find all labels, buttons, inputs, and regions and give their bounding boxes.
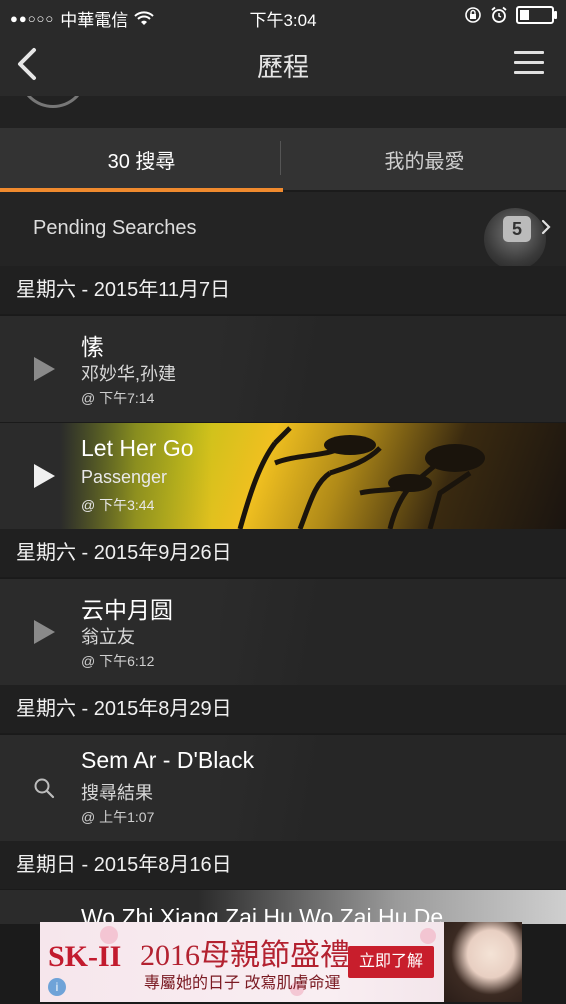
pending-searches-label: Pending Searches <box>33 217 197 239</box>
album-art <box>220 735 566 841</box>
album-art <box>220 316 566 422</box>
tab-favorites[interactable]: 我的最愛 <box>283 128 566 190</box>
collapsed-header-strip <box>0 96 566 128</box>
tab-searches[interactable]: 30 搜尋 <box>0 128 283 192</box>
ad-headline: 2016母親節盛禮 <box>140 939 350 972</box>
section-date-header: 星期六 - 2015年11月7日 <box>0 266 566 314</box>
menu-line <box>514 61 544 64</box>
pending-count-badge: 5 <box>503 216 531 242</box>
history-row[interactable]: Sem Ar - D'Black 搜尋結果 @ 上午1:07 <box>0 734 566 841</box>
avatar-edge <box>20 96 86 108</box>
song-artist: Passenger <box>81 467 168 487</box>
page-title: 歷程 <box>256 52 309 82</box>
hamburger-menu-icon[interactable] <box>514 51 544 75</box>
tag-time: @ 下午3:44 <box>81 497 155 513</box>
battery-level <box>520 10 529 20</box>
play-icon[interactable] <box>30 354 58 384</box>
section-date-header: 星期六 - 2015年9月26日 <box>0 529 566 577</box>
tab-bar: 30 搜尋 我的最愛 <box>0 128 566 192</box>
status-right <box>464 6 557 24</box>
menu-line <box>514 71 544 74</box>
tab-divider <box>280 141 281 175</box>
blossom-decoration <box>420 928 436 944</box>
play-icon[interactable] <box>30 617 58 647</box>
rotation-lock-icon <box>465 7 481 23</box>
foliage-silhouette-art <box>237 426 485 529</box>
history-row[interactable]: Wo Zhi Xiang Zai Hu Wo Zai Hu De <box>0 889 566 924</box>
alarm-icon <box>491 6 507 23</box>
pending-searches-row[interactable]: Pending Searches <box>0 192 566 266</box>
ad-subline: 專屬她的日子 改寫肌膚命運 <box>144 975 341 992</box>
song-title: 云中月圆 <box>81 597 173 623</box>
history-row[interactable]: Let Her Go Passenger @ 下午3:44 <box>0 422 566 529</box>
song-title: 愫 <box>81 334 104 360</box>
ad-info-icon[interactable]: i <box>48 978 66 996</box>
section-date-header: 星期六 - 2015年8月29日 <box>0 685 566 733</box>
ad-model-photo <box>444 922 522 1002</box>
chevron-right-icon <box>541 219 551 235</box>
album-art <box>220 579 566 685</box>
song-artist: 翁立友 <box>81 627 135 647</box>
ad-brand-logo: SK-II <box>48 940 122 973</box>
search-subtitle: 搜尋結果 <box>81 783 153 803</box>
section-date-header: 星期日 - 2015年8月16日 <box>0 841 566 889</box>
nav-bar: 歷程 <box>0 32 566 96</box>
history-row[interactable]: 愫 邓妙华,孙建 @ 下午7:14 <box>0 315 566 422</box>
ad-banner[interactable]: SK-II 2016母親節盛禮 專屬她的日子 改寫肌膚命運 立即了解 i <box>40 922 522 1002</box>
song-title: Wo Zhi Xiang Zai Hu Wo Zai Hu De <box>81 904 444 924</box>
song-title: Let Her Go <box>81 435 194 461</box>
history-row[interactable]: 云中月圆 翁立友 @ 下午6:12 <box>0 578 566 685</box>
menu-line <box>514 51 544 54</box>
status-bar: ●●○○○ 中華電信 下午3:04 <box>0 0 566 32</box>
ad-cta-button[interactable]: 立即了解 <box>348 946 434 978</box>
search-icon[interactable] <box>30 773 58 803</box>
search-title: Sem Ar - D'Black <box>81 747 255 773</box>
play-icon[interactable] <box>30 461 58 491</box>
tag-time: @ 下午7:14 <box>81 390 155 406</box>
battery-icon <box>516 6 557 24</box>
tag-time: @ 下午6:12 <box>81 653 155 669</box>
song-artist: 邓妙华,孙建 <box>81 364 177 384</box>
tag-time: @ 上午1:07 <box>81 809 155 825</box>
